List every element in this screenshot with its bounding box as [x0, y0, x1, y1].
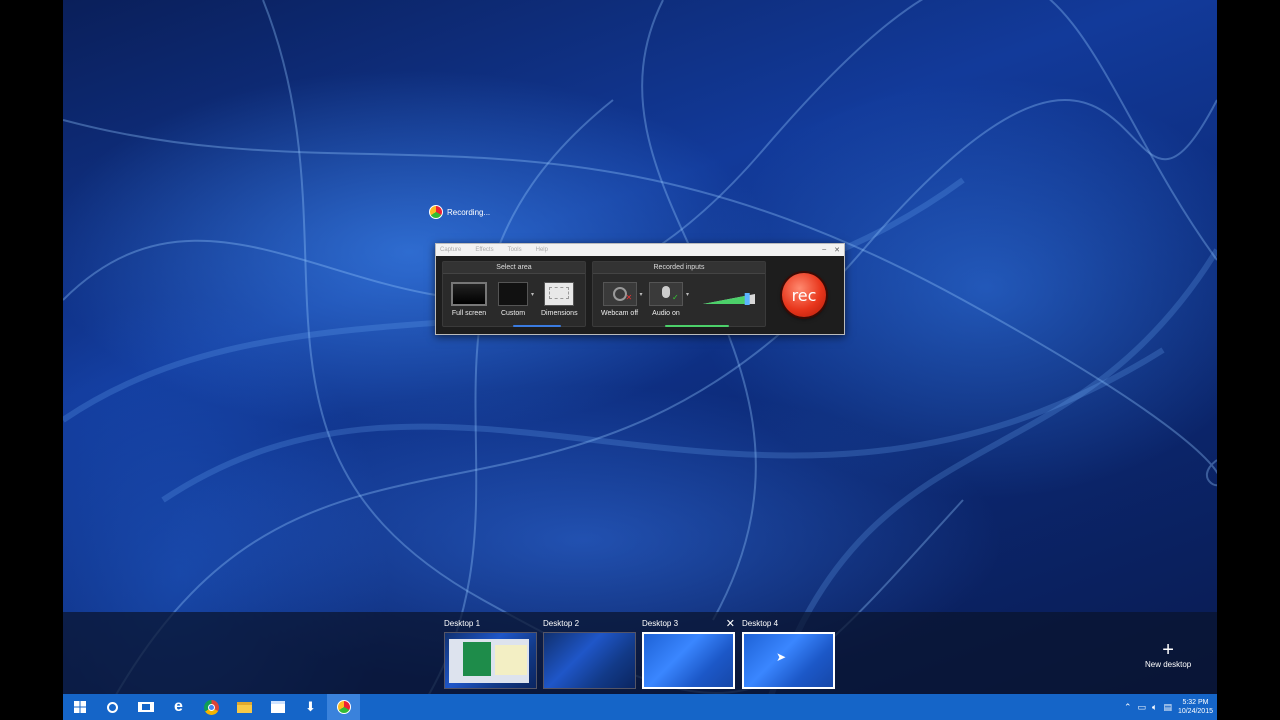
desktop-1-thumbnail[interactable] [444, 632, 537, 689]
dimensions-button[interactable]: Dimensions [541, 282, 578, 317]
network-icon[interactable]: ▭ [1138, 702, 1147, 713]
plus-icon: + [1162, 639, 1174, 661]
desktop-2-label: Desktop 2 [543, 619, 580, 628]
record-button[interactable]: rec [782, 273, 826, 317]
desktop-2[interactable]: Desktop 2 [543, 618, 636, 689]
task-view-button[interactable] [129, 694, 162, 720]
recorder-logo-icon [429, 205, 443, 219]
desktop-screen: Recording... Capture Effects Tools Help … [63, 0, 1217, 720]
webcam-icon: ✕ ▾ [602, 282, 643, 306]
webcam-dropdown-icon[interactable]: ▾ [640, 291, 643, 298]
audio-dropdown-icon[interactable]: ▾ [686, 291, 689, 298]
recorder-titlebar[interactable]: Capture Effects Tools Help – ✕ [436, 244, 844, 256]
desktop-4[interactable]: Desktop 4 ➤ [742, 618, 835, 689]
clock-date: 10/24/2015 [1177, 708, 1213, 715]
taskbar-app[interactable]: ⬇ [294, 694, 327, 720]
taskbar-recorder[interactable] [327, 694, 360, 720]
taskbar-chrome[interactable] [195, 694, 228, 720]
custom-area-icon: ▾ [498, 282, 534, 306]
minimize-icon[interactable]: – [822, 246, 826, 254]
desktop-3-label: Desktop 3 [642, 619, 679, 628]
custom-label: Custom [500, 310, 526, 317]
recorder-window-buttons: – ✕ [822, 246, 840, 254]
desktop-4-label: Desktop 4 [742, 619, 779, 628]
mouse-cursor-icon: ➤ [776, 650, 787, 664]
desktop-2-thumbnail[interactable] [543, 632, 636, 689]
start-button[interactable] [63, 694, 96, 720]
system-tray: ⌃ ▭ 🔈︎ ▤ 5:32 PM 10/24/2015 [1124, 694, 1213, 720]
dimensions-label: Dimensions [541, 310, 578, 317]
webcam-button[interactable]: ✕ ▾ Webcam off [601, 282, 643, 317]
menu-help[interactable]: Help [536, 247, 548, 253]
recorder-window: Capture Effects Tools Help – ✕ Select ar… [435, 243, 845, 335]
taskbar-file-explorer[interactable] [228, 694, 261, 720]
task-view-strip: Desktop 1 Desktop 2 Desktop 3 ✕ Desktop … [63, 612, 1217, 694]
close-icon[interactable]: ✕ [834, 246, 840, 254]
microphone-icon: ✓ ▾ [649, 282, 689, 306]
select-area-title: Select area [443, 262, 585, 274]
menu-capture[interactable]: Capture [440, 247, 461, 253]
full-screen-icon [451, 282, 487, 306]
download-icon: ⬇ [305, 699, 316, 714]
select-area-indicator [513, 325, 561, 327]
custom-button[interactable]: ▾ Custom [498, 282, 534, 317]
desktop-4-thumbnail[interactable]: ➤ [742, 632, 835, 689]
menu-effects[interactable]: Effects [475, 247, 493, 253]
volume-icon[interactable]: 🔈︎ [1152, 702, 1157, 713]
full-screen-button[interactable]: Full screen [451, 282, 487, 317]
desktop-1-label: Desktop 1 [444, 619, 481, 628]
new-desktop-button[interactable]: + New desktop [1145, 639, 1192, 669]
menu-tools[interactable]: Tools [508, 247, 522, 253]
taskbar-store[interactable] [261, 694, 294, 720]
custom-dropdown-icon[interactable]: ▾ [531, 291, 534, 298]
cortana-circle-icon [107, 701, 118, 713]
taskbar-clock[interactable]: 5:32 PM 10/24/2015 [1178, 698, 1213, 716]
audio-volume-slider[interactable] [703, 292, 755, 305]
taskbar-edge[interactable]: e [162, 694, 195, 720]
dimensions-icon [544, 282, 575, 306]
tray-chevron-up-icon[interactable]: ⌃ [1124, 702, 1132, 713]
cortana-button[interactable] [96, 694, 129, 720]
folder-icon [237, 701, 252, 713]
select-area-group: Select area Full screen ▾ Custom Dimensi… [442, 261, 586, 327]
recorded-inputs-title: Recorded inputs [593, 262, 765, 274]
desktop-3[interactable]: Desktop 3 ✕ [642, 618, 735, 689]
audio-label: Audio on [652, 310, 680, 317]
recorder-app-icon [336, 700, 351, 714]
chrome-icon [204, 699, 219, 715]
action-center-icon[interactable]: ▤ [1163, 702, 1172, 713]
webcam-label: Webcam off [601, 310, 639, 317]
recorder-body: Select area Full screen ▾ Custom Dimensi… [442, 261, 840, 328]
full-screen-label: Full screen [451, 310, 487, 317]
close-desktop-3-icon[interactable]: ✕ [726, 618, 735, 630]
clock-time: 5:32 PM [1182, 699, 1209, 706]
desktop-1[interactable]: Desktop 1 [444, 618, 537, 689]
store-icon [270, 701, 285, 713]
edge-icon: e [174, 698, 183, 715]
desktop-3-thumbnail[interactable] [642, 632, 735, 689]
recorded-inputs-group: Recorded inputs ✕ ▾ Webcam off ✓ ▾ Audio… [592, 261, 766, 327]
recording-indicator: Recording... [429, 205, 490, 219]
recorder-menu: Capture Effects Tools Help [440, 247, 548, 253]
task-view-icon [137, 702, 154, 712]
taskbar: e ⬇ ⌃ ▭ 🔈︎ ▤ 5:32 PM 10/24/2015 [63, 694, 1217, 720]
new-desktop-label: New desktop [1145, 660, 1192, 669]
windows-logo-icon [73, 701, 86, 713]
audio-button[interactable]: ✓ ▾ Audio on [649, 282, 689, 317]
recording-text: Recording... [447, 207, 491, 217]
audio-indicator [665, 325, 729, 327]
